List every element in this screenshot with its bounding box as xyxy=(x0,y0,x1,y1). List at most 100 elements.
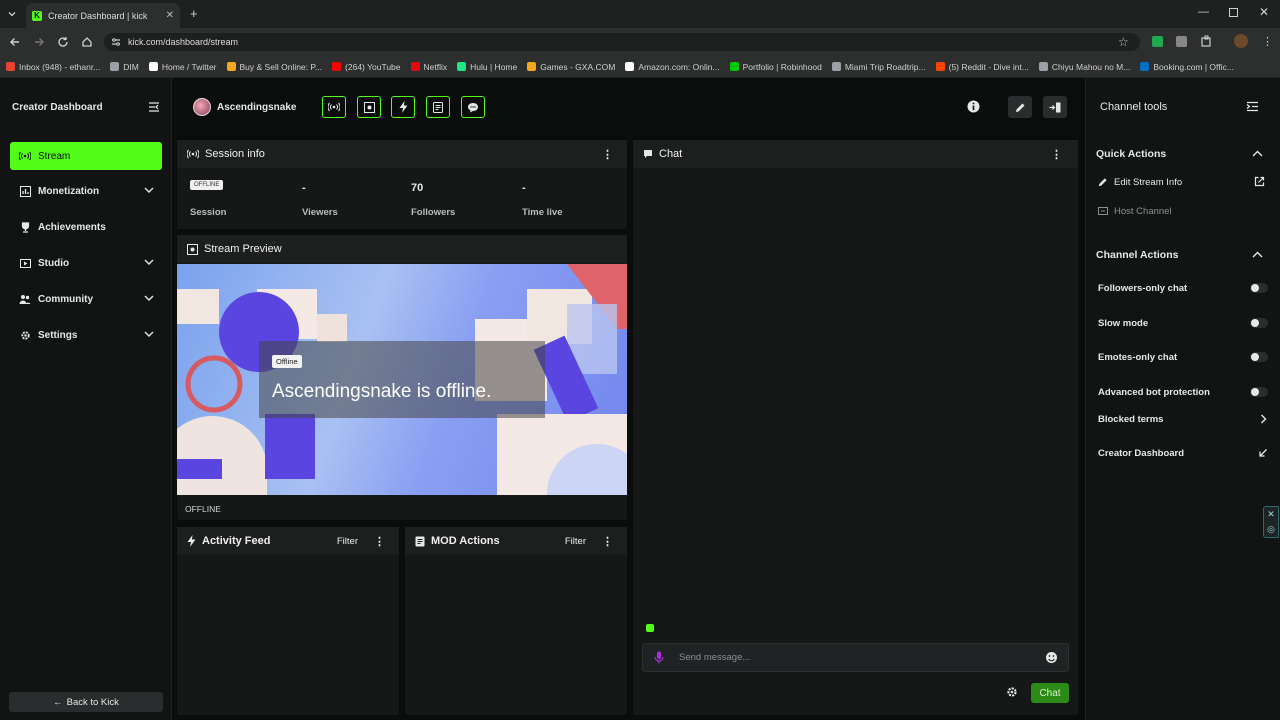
host-channel-link[interactable]: Host Channel xyxy=(1114,206,1172,217)
tab-close-icon[interactable]: ✕ xyxy=(166,10,174,21)
address-bar[interactable]: kick.com/dashboard/stream ☆ xyxy=(104,33,1140,51)
browser-menu-icon[interactable]: ⋮ xyxy=(1262,35,1273,48)
arrow-left-icon: ← xyxy=(53,696,63,708)
restore-icon[interactable] xyxy=(1229,8,1238,17)
bookmark-item[interactable]: DIM xyxy=(110,62,139,72)
collapse-sidebar-icon[interactable] xyxy=(148,101,160,113)
bookmark-item[interactable]: Buy & Sell Online: P... xyxy=(226,62,322,72)
edit-layout-button[interactable] xyxy=(1008,96,1032,118)
bookmark-item[interactable]: Chiyu Mahou no M... xyxy=(1038,61,1131,72)
bookmark-item[interactable]: Miami Trip Roadtrip... xyxy=(831,61,926,72)
stream-preview-button[interactable] xyxy=(357,96,381,118)
back-icon[interactable] xyxy=(8,35,22,49)
channel-username[interactable]: Ascendingsnake xyxy=(217,102,296,113)
followers-only-chat-toggle[interactable] xyxy=(1250,283,1268,293)
minimize-icon[interactable]: — xyxy=(1198,6,1209,18)
creator-dashboard-link[interactable]: Creator Dashboard xyxy=(1098,448,1184,459)
back-to-kick-button[interactable]: ← Back to Kick xyxy=(9,692,163,712)
extension-circle-icon[interactable]: ◎ xyxy=(1267,524,1275,535)
extension-icon[interactable] xyxy=(1176,36,1187,47)
extensions-puzzle-icon[interactable] xyxy=(1200,35,1213,48)
sidebar-item-stream[interactable]: Stream xyxy=(10,142,162,170)
site-info-icon[interactable] xyxy=(111,37,121,47)
microphone-icon[interactable] xyxy=(654,651,664,664)
chevron-up-icon[interactable] xyxy=(1252,251,1263,258)
bookmark-star-icon[interactable]: ☆ xyxy=(1118,35,1129,49)
back-to-kick-label: Back to Kick xyxy=(66,696,119,708)
bookmark-item[interactable]: Portfolio | Robinhood xyxy=(729,62,822,72)
host-channel-icon xyxy=(1098,206,1108,216)
bookmark-item[interactable]: Booking.com | Offic... xyxy=(1140,62,1234,72)
avatar[interactable] xyxy=(193,98,211,116)
stream-preview-panel: Stream Preview Offline Ascendingsnake is… xyxy=(177,235,627,520)
broadcast-button[interactable] xyxy=(322,96,346,118)
bookmark-item[interactable]: Hulu | Home xyxy=(457,62,517,72)
bookmark-item[interactable]: Games - GXA.COM xyxy=(527,62,615,72)
extension-shield-icon[interactable] xyxy=(1152,36,1163,47)
window-close-icon[interactable]: ✕ xyxy=(1259,5,1269,19)
emotes-only-chat-toggle[interactable] xyxy=(1250,352,1268,362)
channel-tools-panel: Channel tools Quick Actions Edit Stream … xyxy=(1085,78,1280,720)
chevron-right-icon[interactable] xyxy=(1260,414,1267,424)
mod-filter-button[interactable]: Filter xyxy=(565,536,586,547)
notes-icon xyxy=(415,536,425,547)
bookmarks-bar: Inbox (948) - ethanr... DIM Home / Twitter… xyxy=(0,56,1280,78)
close-icon[interactable]: ✕ xyxy=(1267,509,1275,520)
browser-tab-active[interactable]: K Creator Dashboard | kick ✕ xyxy=(26,3,180,28)
tab-search-icon[interactable] xyxy=(6,8,18,20)
more-options-icon[interactable]: ⋮ xyxy=(374,535,385,548)
screen-icon xyxy=(187,243,198,255)
more-options-icon[interactable]: ⋮ xyxy=(1051,148,1062,161)
more-options-icon[interactable]: ⋮ xyxy=(602,148,613,161)
external-link-icon[interactable] xyxy=(1254,176,1265,187)
send-chat-button[interactable]: Chat xyxy=(1031,683,1069,703)
toggle-channel-tools-button[interactable] xyxy=(1043,96,1067,118)
bookmark-item[interactable]: (264) YouTube xyxy=(332,62,401,72)
sidebar-item-label: Studio xyxy=(38,257,70,269)
arrow-down-left-icon[interactable] xyxy=(1258,448,1268,458)
browser-tab-bar: K Creator Dashboard | kick ✕ + — ✕ xyxy=(0,0,1280,28)
bookmark-item[interactable]: Amazon.com: Onlin... xyxy=(625,62,720,72)
bookmark-item[interactable]: Home / Twitter xyxy=(148,62,217,72)
sidebar-item-settings[interactable]: Settings xyxy=(10,321,162,349)
advanced-bot-protection-toggle[interactable] xyxy=(1250,387,1268,397)
bookmark-label: Chiyu Mahou no M... xyxy=(1051,61,1131,72)
broadcast-icon xyxy=(18,151,32,161)
new-tab-icon[interactable]: + xyxy=(190,6,198,21)
activity-filter-button[interactable]: Filter xyxy=(337,536,358,547)
sidebar-item-monetization[interactable]: Monetization xyxy=(10,177,162,205)
sidebar-item-achievements[interactable]: Achievements xyxy=(10,213,162,241)
activity-feed-title: Activity Feed xyxy=(202,535,271,547)
forward-icon[interactable] xyxy=(32,35,46,49)
sidebar-item-studio[interactable]: Studio xyxy=(10,249,162,277)
chat-message-input[interactable]: Send message... xyxy=(642,643,1069,672)
chat-button[interactable] xyxy=(461,96,485,118)
chat-settings-gear-icon[interactable] xyxy=(1006,686,1018,698)
chat-panel: Chat ⋮ Send message... Chat xyxy=(633,140,1078,715)
more-options-icon[interactable]: ⋮ xyxy=(602,535,613,548)
collapse-panel-icon[interactable] xyxy=(1246,101,1259,112)
sidebar-item-community[interactable]: Community xyxy=(10,285,162,313)
panel-right-icon xyxy=(1049,102,1061,113)
reload-icon[interactable] xyxy=(56,35,70,49)
home-icon[interactable] xyxy=(80,35,94,49)
blocked-terms-link[interactable]: Blocked terms xyxy=(1098,414,1163,425)
profile-avatar[interactable] xyxy=(1234,34,1248,48)
bookmark-item[interactable]: (5) Reddit - Dive int... xyxy=(935,62,1029,72)
side-extension-widget[interactable]: ✕ ◎ xyxy=(1263,506,1279,538)
chevron-up-icon[interactable] xyxy=(1252,150,1263,157)
slow-mode-toggle[interactable] xyxy=(1250,318,1268,328)
bookmark-label: Miami Trip Roadtrip... xyxy=(844,61,926,72)
chat-bubble-icon xyxy=(643,149,653,159)
emoji-icon[interactable] xyxy=(1045,651,1058,664)
bookmark-item[interactable]: Inbox (948) - ethanr... xyxy=(6,62,100,72)
bookmark-item[interactable]: Netflix xyxy=(410,62,447,72)
info-icon[interactable] xyxy=(967,100,980,113)
broadcast-icon xyxy=(187,149,199,159)
mod-actions-button[interactable] xyxy=(426,96,450,118)
mod-actions-panel: MOD Actions Filter ⋮ xyxy=(405,527,627,715)
activity-button[interactable] xyxy=(391,96,415,118)
edit-stream-info-link[interactable]: Edit Stream Info xyxy=(1114,177,1182,188)
bookmark-favicon-icon xyxy=(1038,62,1048,71)
chart-icon xyxy=(18,185,32,197)
